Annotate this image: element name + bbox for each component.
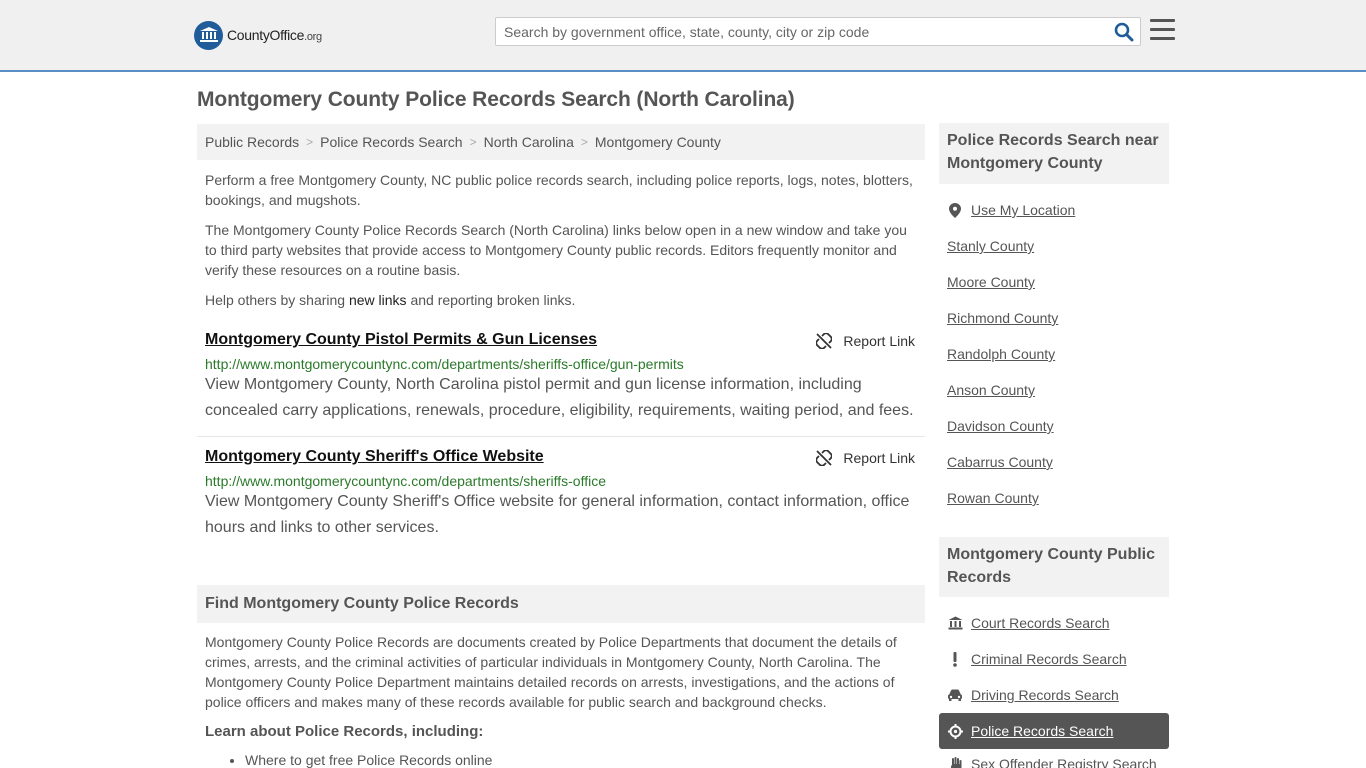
sidebar-item-anson-county[interactable]: Anson County [947, 380, 1035, 400]
hamburger-menu-icon[interactable] [1150, 19, 1175, 41]
police-records-link[interactable]: Police Records Search [971, 723, 1113, 739]
logo-text: CountyOffice.org [227, 27, 322, 43]
hand-icon [947, 756, 963, 768]
report-link-label: Report Link [843, 450, 915, 466]
driving-records-link[interactable]: Driving Records Search [971, 687, 1119, 703]
entry-description: View Montgomery County Sheriff's Office … [205, 493, 910, 536]
breadcrumb-separator: > [580, 135, 588, 149]
entry-url: http://www.montgomerycountync.com/depart… [205, 473, 606, 489]
search-bar [495, 17, 1141, 46]
broken-link-icon [816, 450, 833, 466]
entry-title-link[interactable]: Montgomery County Sheriff's Office Websi… [205, 448, 544, 466]
use-location-link[interactable]: Use My Location [971, 202, 1075, 218]
site-logo[interactable]: CountyOffice.org [194, 20, 322, 50]
entry-url: http://www.montgomerycountync.com/depart… [205, 356, 684, 372]
record-entry: Montgomery County Pistol Permits & Gun L… [197, 331, 925, 431]
logo-badge-icon [194, 20, 223, 50]
disclaimer-paragraph: The Montgomery County Police Records Sea… [205, 222, 907, 278]
new-links-link[interactable]: new links [349, 292, 407, 308]
learn-title: Learn about Police Records, including: [205, 723, 484, 740]
report-link-button[interactable]: Report Link [816, 450, 915, 466]
sidebar-item-richmond-county[interactable]: Richmond County [947, 308, 1058, 328]
sidebar-item-davidson-county[interactable]: Davidson County [947, 416, 1054, 436]
share-paragraph: Help others by sharing new links and rep… [205, 292, 576, 308]
entry-description: View Montgomery County, North Carolina p… [205, 376, 914, 419]
car-icon [947, 687, 963, 703]
court-records-link[interactable]: Court Records Search [971, 615, 1110, 631]
sex-offender-registry-link[interactable]: Sex Offender Registry Search [971, 756, 1157, 768]
sidebar-item-randolph-county[interactable]: Randolph County [947, 344, 1055, 364]
sidebar-item-driving-records[interactable]: Driving Records Search [947, 685, 1119, 705]
sidebar-item-moore-county[interactable]: Moore County [947, 272, 1035, 292]
entry-title-link[interactable]: Montgomery County Pistol Permits & Gun L… [205, 331, 597, 349]
intro-paragraph: Perform a free Montgomery County, NC pub… [205, 172, 913, 208]
find-section-text: Montgomery County Police Records are doc… [205, 634, 897, 710]
sidebar-item-cabarrus-county[interactable]: Cabarrus County [947, 452, 1053, 472]
page-title: Montgomery County Police Records Search … [197, 88, 795, 111]
learn-list: Where to get free Police Records online [245, 752, 492, 768]
map-pin-icon [947, 202, 963, 218]
sidebar-nearby-title: Police Records Search near Montgomery Co… [939, 123, 1169, 184]
entry-divider [197, 436, 925, 437]
breadcrumb-police-records-search[interactable]: Police Records Search [320, 134, 462, 150]
nearby-county-link[interactable]: Anson County [947, 382, 1035, 398]
nearby-county-link[interactable]: Moore County [947, 274, 1035, 290]
sidebar-item-rowan-county[interactable]: Rowan County [947, 488, 1039, 508]
sidebar-public-records-title: Montgomery County Public Records [939, 537, 1169, 597]
report-link-label: Report Link [843, 333, 915, 349]
top-bar: CountyOffice.org [0, 0, 1366, 72]
learn-list-item: Where to get free Police Records online [245, 752, 492, 768]
sidebar-item-criminal-records[interactable]: Criminal Records Search [947, 649, 1127, 669]
search-icon[interactable] [1114, 22, 1134, 42]
courthouse-icon [947, 615, 963, 631]
broken-link-icon [816, 333, 833, 349]
search-input[interactable] [496, 18, 1106, 45]
breadcrumb: Public Records > Police Records Search >… [197, 124, 925, 160]
nearby-county-link[interactable]: Rowan County [947, 490, 1039, 506]
report-link-button[interactable]: Report Link [816, 333, 915, 349]
breadcrumb-north-carolina[interactable]: North Carolina [484, 134, 574, 150]
crosshair-icon [947, 723, 963, 739]
sidebar-item-court-records[interactable]: Court Records Search [947, 613, 1110, 633]
breadcrumb-public-records[interactable]: Public Records [205, 134, 299, 150]
sidebar-item-use-location[interactable]: Use My Location [947, 200, 1075, 220]
sidebar-item-sex-offender-registry[interactable]: Sex Offender Registry Search [947, 756, 1157, 768]
nearby-county-link[interactable]: Cabarrus County [947, 454, 1053, 470]
breadcrumb-montgomery-county[interactable]: Montgomery County [595, 134, 721, 150]
breadcrumb-separator: > [469, 135, 477, 149]
nearby-county-link[interactable]: Richmond County [947, 310, 1058, 326]
sidebar-item-police-records[interactable]: Police Records Search [947, 721, 1113, 741]
criminal-records-link[interactable]: Criminal Records Search [971, 651, 1127, 667]
record-entry: Montgomery County Sheriff's Office Websi… [197, 448, 925, 548]
nearby-county-link[interactable]: Stanly County [947, 238, 1034, 254]
nearby-county-link[interactable]: Davidson County [947, 418, 1054, 434]
exclamation-icon [947, 651, 963, 667]
sidebar-item-stanly-county[interactable]: Stanly County [947, 236, 1034, 256]
nearby-county-link[interactable]: Randolph County [947, 346, 1055, 362]
find-section-title: Find Montgomery County Police Records [197, 585, 925, 623]
breadcrumb-separator: > [306, 135, 314, 149]
